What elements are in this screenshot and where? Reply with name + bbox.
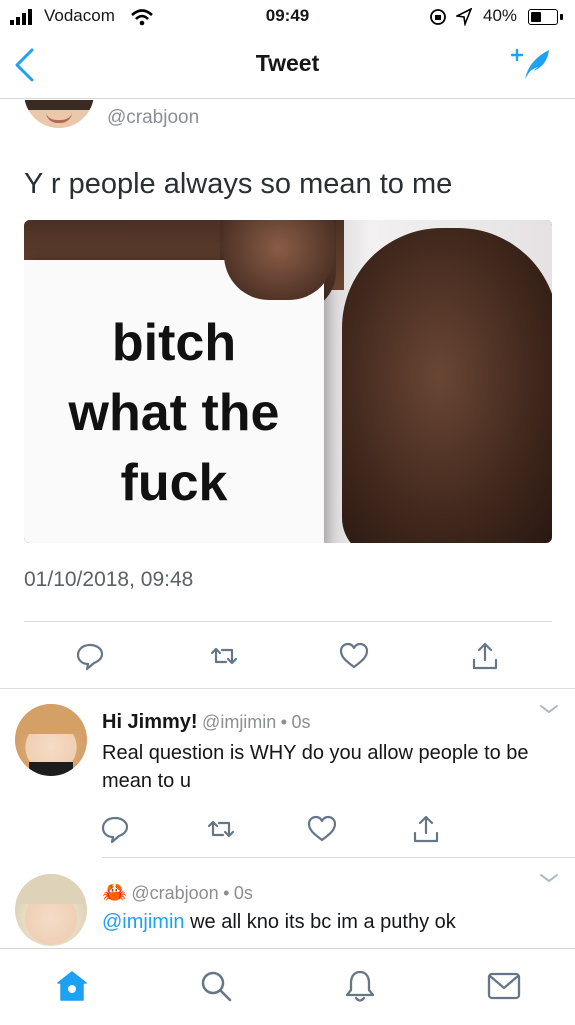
reply-header: Hi Jimmy! @imjimin • 0s — [102, 711, 311, 734]
reply-text: @imjimin we all kno its bc im a puthy ok — [102, 908, 552, 936]
caret-down-icon[interactable] — [538, 872, 560, 884]
battery-tip — [560, 14, 563, 20]
reply-header: 🦀 @crabjoon • 0s — [102, 880, 253, 905]
reply-text: Real question is WHY do you allow people… — [102, 742, 529, 792]
share-icon[interactable] — [469, 640, 501, 672]
search-icon[interactable] — [199, 969, 233, 1003]
tweet-author-handle[interactable]: @crabjoon — [107, 107, 199, 129]
caret-down-icon[interactable] — [538, 703, 560, 715]
tweet-text: Y r people always so mean to me — [24, 168, 453, 200]
avatar[interactable] — [15, 704, 87, 776]
battery-icon — [528, 9, 558, 25]
tab-bar — [0, 948, 575, 1025]
image-caption-line: what the — [68, 384, 280, 442]
image-caption-line: fuck — [120, 454, 228, 512]
status-bar: Vodacom 09:49 40% — [0, 0, 575, 34]
list-item[interactable]: Hi Jimmy! @imjimin • 0s Real question is… — [0, 689, 575, 857]
home-icon[interactable] — [55, 969, 89, 1003]
reply-time: 0s — [291, 712, 311, 732]
separator-dot: • — [223, 883, 230, 903]
reply-time: 0s — [233, 883, 253, 903]
battery-percent: 40% — [483, 6, 518, 25]
messages-icon[interactable] — [486, 970, 522, 1002]
reply-author-name[interactable]: Hi Jimmy! — [102, 711, 198, 733]
retweet-icon[interactable] — [208, 640, 240, 672]
compose-tweet-icon[interactable] — [511, 46, 553, 82]
reply-author-handle[interactable]: @imjimin — [202, 712, 276, 732]
reply-icon[interactable] — [99, 813, 131, 845]
reply-author-handle[interactable]: @crabjoon — [131, 883, 218, 903]
list-item[interactable]: 🦀 @crabjoon • 0s @imjimin we all kno its… — [0, 858, 575, 948]
like-icon[interactable] — [338, 640, 370, 672]
location-icon — [456, 8, 472, 26]
avatar[interactable] — [15, 874, 87, 946]
page-title: Tweet — [255, 50, 320, 76]
share-icon[interactable] — [410, 813, 442, 845]
nav-bar: Tweet — [0, 34, 575, 99]
image-caption-line: bitch — [111, 314, 237, 372]
retweet-icon[interactable] — [205, 813, 237, 845]
reply-text-body: we all kno its bc im a puthy ok — [184, 911, 456, 933]
battery-fill — [531, 12, 541, 22]
crab-emoji: 🦀 — [102, 882, 127, 904]
reply-icon[interactable] — [74, 640, 106, 672]
notifications-icon[interactable] — [343, 968, 377, 1004]
mention-link[interactable]: @imjimin — [102, 911, 185, 933]
separator-dot: • — [280, 712, 288, 732]
divider — [24, 621, 552, 622]
tweet-image[interactable]: bitch what the fuck — [24, 220, 552, 543]
like-icon[interactable] — [306, 813, 338, 845]
tweet-timestamp: 01/10/2018, 09:48 — [24, 568, 194, 591]
orientation-lock-icon — [430, 9, 446, 25]
